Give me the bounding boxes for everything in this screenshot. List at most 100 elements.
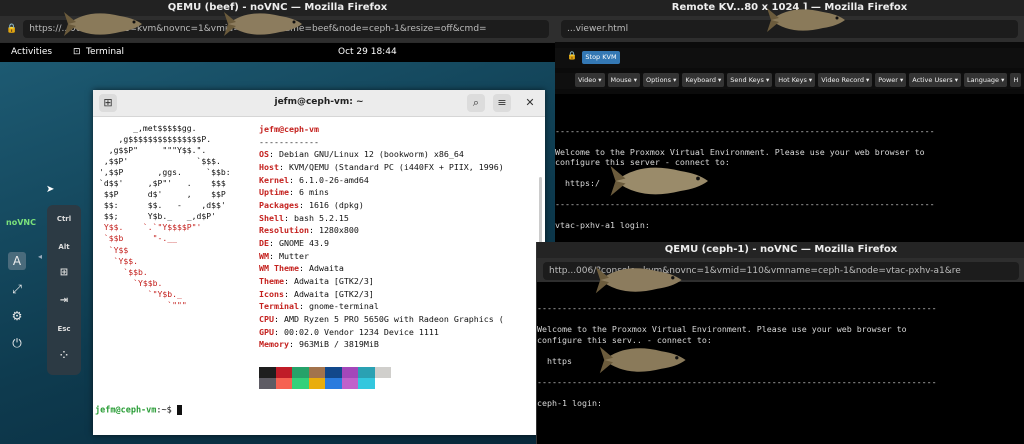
info-row: Shell: bash 5.2.15 — [259, 212, 504, 225]
info-value: : 6.1.0-26-amd64 — [288, 174, 369, 185]
stop-kvm-button[interactable]: Stop KVM — [582, 51, 620, 64]
ascii-line: `$$b. — [99, 266, 148, 277]
ascii-line: $$P d$' , $$P — [99, 189, 226, 200]
kvm-menu-button[interactable]: Keyboard ▾ — [682, 73, 725, 87]
info-row: Uptime: 6 mins — [259, 186, 504, 199]
info-key: DE — [259, 237, 269, 248]
fish-image — [599, 346, 686, 374]
fish-image — [767, 8, 845, 32]
separator: ------------ — [259, 136, 319, 147]
terminal-header: ⊞ jefm@ceph-vm: ~ ⌕ ≡ ✕ — [93, 90, 545, 117]
drag-viewport-icon[interactable]: A — [8, 252, 26, 270]
info-value: : bash 5.2.15 — [283, 212, 349, 223]
info-row: Host: KVM/QEMU (Standard PC (i440FX + PI… — [259, 161, 504, 174]
ctrl-key-button[interactable]: Ctrl — [47, 215, 81, 223]
windows-key-icon[interactable]: ⊞ — [47, 267, 81, 278]
info-key: Shell — [259, 212, 284, 223]
esc-key-button[interactable]: Esc — [47, 325, 81, 333]
info-key: Host — [259, 161, 279, 172]
color-swatch — [292, 367, 309, 378]
info-row: Kernel: 6.1.0-26-amd64 — [259, 174, 504, 187]
info-value: : 6 mins — [288, 187, 329, 198]
fish-image — [610, 166, 708, 196]
kvm-menu-button[interactable]: Power ▾ — [875, 73, 907, 87]
info-key: Resolution — [259, 225, 309, 236]
color-swatch — [374, 367, 391, 378]
fish-image — [595, 266, 682, 294]
console-line: Welcome to the Proxmox Virtual Environme… — [537, 324, 907, 334]
kvm-menu-button[interactable]: H — [1010, 73, 1022, 87]
kvm-menu-button[interactable]: Send Keys ▾ — [727, 73, 773, 87]
ascii-line: Y$$. `.`"Y$$$$P"' — [99, 222, 202, 233]
debian-ascii-logo: _,met$$$$$gg. ,g$$$$$$$$$$$$$$$P. ,g$$P"… — [99, 123, 231, 311]
info-key: Uptime — [259, 187, 289, 198]
hamburger-menu-icon[interactable]: ≡ — [493, 94, 511, 112]
power-icon[interactable]: ⏻ — [8, 334, 26, 352]
kvm-menu-button[interactable]: Mouse ▾ — [607, 73, 640, 87]
ascii-line: _,met$$$$$gg. — [99, 123, 197, 133]
kvm-menu-button[interactable]: Language ▾ — [963, 73, 1008, 87]
console-line: ----------------------------------------… — [555, 125, 935, 136]
fish-image — [64, 12, 142, 36]
ascii-line: `$$b "-.__ — [99, 233, 177, 244]
info-value: : Mutter — [269, 250, 309, 261]
info-key: WM — [259, 250, 269, 261]
color-palette-top — [259, 367, 391, 378]
gear-icon[interactable]: ⚙ — [8, 307, 26, 325]
info-key: OS — [259, 149, 269, 160]
extra-keys-icon[interactable]: ⤢ — [8, 280, 26, 298]
color-swatch — [325, 378, 342, 389]
color-swatch — [275, 378, 292, 389]
info-row: Packages: 1616 (dpkg) — [259, 199, 504, 212]
ascii-line: ',$$P ,ggs. `$$b: — [99, 167, 231, 178]
alt-key-button[interactable]: Alt — [47, 243, 81, 251]
ascii-line: `Y$$b. — [99, 277, 163, 288]
kvm-menu-button[interactable]: Active Users ▾ — [909, 73, 961, 87]
terminal-content[interactable]: _,met$$$$$gg. ,g$$$$$$$$$$$$$$$P. ,g$$P"… — [93, 117, 545, 435]
info-value: : 1280x800 — [308, 225, 359, 236]
lock-icon: 🔒 — [6, 24, 18, 34]
info-row: Resolution: 1280x800 — [259, 224, 504, 237]
collapse-handle-icon[interactable]: ◂ — [38, 252, 42, 261]
shell-prompt: jefm@ceph-vm:~$ — [95, 405, 182, 416]
terminal-app-icon: ⊡ — [73, 47, 81, 57]
close-icon[interactable]: ✕ — [521, 94, 539, 112]
ascii-line: `""" — [99, 299, 187, 310]
tab-key-icon[interactable]: ⇥ — [47, 295, 81, 306]
color-swatch — [358, 378, 375, 389]
kvm-menu-button[interactable]: Options ▾ — [642, 73, 680, 87]
clock[interactable]: Oct 29 18:44 — [338, 47, 397, 57]
terminal-app-menu[interactable]: Terminal — [86, 47, 124, 57]
color-swatch — [292, 378, 309, 389]
info-value: : 1616 (dpkg) — [298, 199, 364, 210]
search-icon[interactable]: ⌕ — [467, 94, 485, 112]
info-value: : Debian GNU/Linux 12 (bookworm) x86_64 — [269, 149, 464, 160]
color-swatch — [358, 367, 375, 378]
color-swatch — [308, 378, 325, 389]
activities-button[interactable]: Activities — [11, 47, 52, 57]
info-key: CPU — [259, 313, 274, 324]
info-key: GPU — [259, 326, 274, 337]
info-key: Terminal — [259, 301, 299, 312]
novnc-logo: noVNC — [6, 218, 36, 227]
info-key: Kernel — [259, 174, 289, 185]
kvm-menu-button[interactable]: Video Record ▾ — [818, 73, 873, 87]
lock-icon: 🔒 — [567, 51, 577, 60]
kvm-menu-button[interactable]: Video ▾ — [575, 73, 605, 87]
neofetch-info: jefm@ceph-vm ------------ OS: Debian GNU/L… — [259, 123, 504, 351]
ascii-line: ,g$$$$$$$$$$$$$$$P. — [99, 134, 212, 145]
info-value: : Adwaita [GTK2/3] — [283, 275, 374, 286]
window-title: QEMU (ceph-1) - noVNC — Mozilla Firefox — [537, 242, 1024, 258]
info-row: WM: Mutter — [259, 250, 504, 263]
ascii-line: `Y$$ — [99, 244, 129, 255]
kvm-menu-button[interactable]: Hot Keys ▾ — [775, 73, 816, 87]
ctrl-alt-del-icon[interactable]: ⁘ — [47, 350, 81, 361]
info-row: Icons: Adwaita [GTK2/3] — [259, 288, 504, 301]
mouse-pointer-icon: ➤ — [46, 184, 55, 195]
ascii-line: `d$$' ,$P"' . $$$ — [99, 178, 226, 189]
